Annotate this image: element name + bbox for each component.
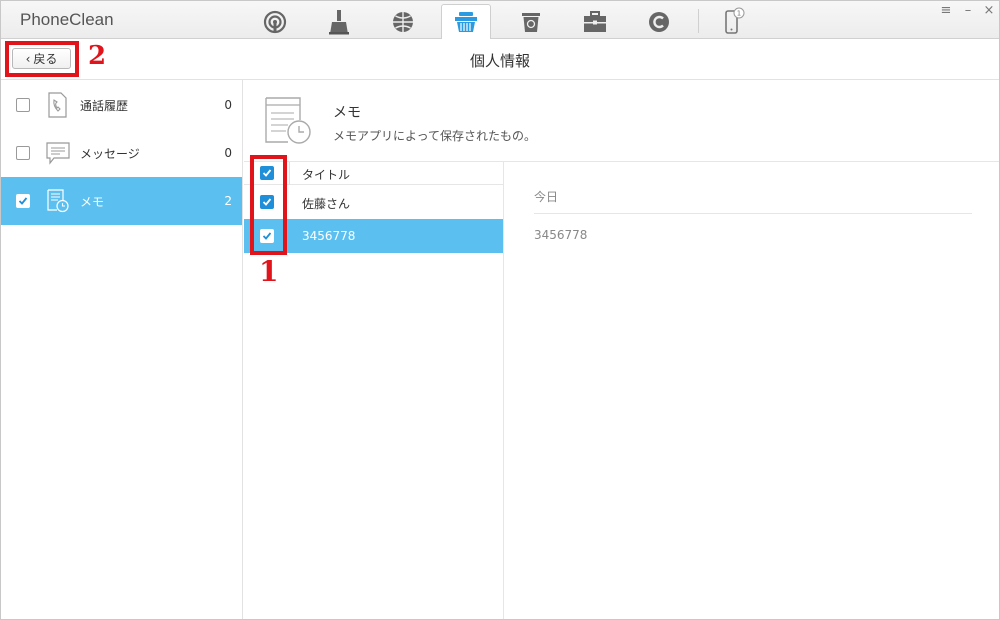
message-icon [46,142,70,165]
sidebar-item-label: メモ [80,194,105,209]
tool-refresh[interactable] [634,5,684,38]
title-bar: PhoneClean 1 ≡ – × [1,1,999,39]
sidebar-checkbox-call-history[interactable] [16,98,30,112]
sidebar-item-call-history[interactable]: 通話履歴 0 [1,81,242,129]
tool-broom[interactable] [314,5,364,38]
tool-signal[interactable] [250,5,300,38]
column-header-title: タイトル [302,168,351,182]
annotation-box-back [5,41,79,77]
sidebar-checkbox-messages[interactable] [16,146,30,160]
refresh-c-icon [649,11,669,32]
broom-icon [329,9,349,34]
checkmark-icon [18,197,28,205]
tool-device[interactable]: 1 [708,5,758,38]
sidebar-checkbox-memo[interactable] [16,194,30,208]
recycle-bin-icon [522,12,540,32]
memo-icon [47,189,69,213]
toolbox-icon [584,10,606,32]
app-window: PhoneClean 1 ≡ – × ‹ 戻る 個人情報 通話履歴 0 メッセー… [0,0,1000,620]
phone-icon: 1 [725,7,745,34]
row-title: 佐藤さん [302,197,351,211]
memo-detail: 今日 3456778 [505,162,999,619]
app-title: PhoneClean [20,10,114,29]
row-title: 3456778 [302,229,356,243]
device-badge: 1 [737,9,741,17]
basket-icon [455,12,477,32]
sidebar-item-count: 2 [224,194,232,208]
column-divider [289,162,290,185]
sidebar-item-label: メッセージ [80,146,140,161]
annotation-number-2: 2 [88,41,107,71]
category-title: メモ [333,105,361,121]
phone-log-icon [48,92,67,118]
memo-large-icon [265,97,311,144]
tool-recycle-bin[interactable] [506,5,556,38]
category-description: メモアプリによって保存されたもの。 [333,129,537,143]
annotation-box-checkboxes [250,155,287,255]
close-icon[interactable]: × [981,3,997,18]
sidebar-item-memo[interactable]: メモ 2 [1,177,242,225]
tool-basket-active[interactable] [441,4,491,39]
sidebar-item-label: 通話履歴 [80,98,129,113]
category-info: メモ メモアプリによって保存されたもの。 [244,80,999,162]
detail-date: 今日 [534,190,559,204]
header-bar: ‹ 戻る 個人情報 [1,39,999,80]
sidebar-item-messages[interactable]: メッセージ 0 [1,129,242,177]
sidebar-item-count: 0 [224,98,232,112]
detail-separator [534,213,972,214]
detail-body: 3456778 [534,228,588,242]
annotation-number-1: 1 [259,255,279,288]
globe-icon [393,11,413,32]
toolbar-divider [698,9,699,33]
sidebar: 通話履歴 0 メッセージ 0 メモ 2 [1,80,243,619]
tool-toolbox[interactable] [570,5,620,38]
menu-icon[interactable]: ≡ [938,3,954,18]
tool-globe[interactable] [378,5,428,38]
signal-icon [263,10,287,33]
page-title: 個人情報 [469,52,530,70]
sidebar-item-count: 0 [224,146,232,160]
minimize-icon[interactable]: – [960,3,976,18]
